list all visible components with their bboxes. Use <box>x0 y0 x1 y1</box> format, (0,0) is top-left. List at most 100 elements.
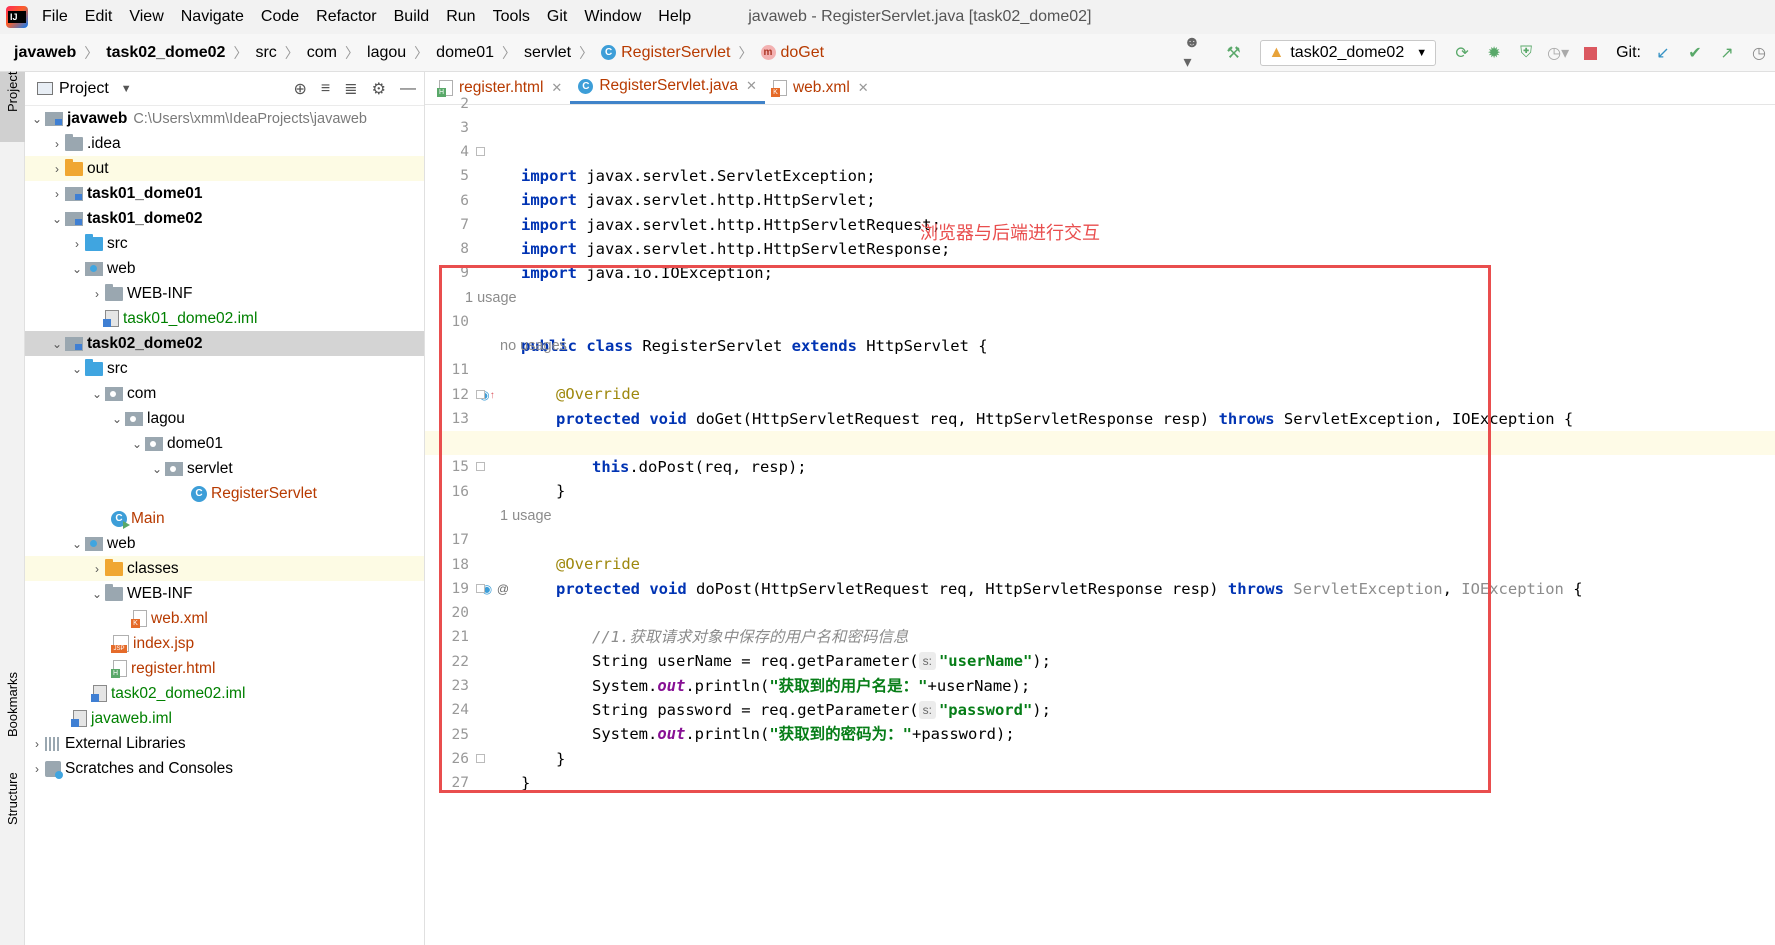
tree-item-index-jsp[interactable]: index.jsp <box>25 631 424 656</box>
fold-marker-icon[interactable] <box>476 584 485 593</box>
chevron-down-icon[interactable]: ▼ <box>121 83 132 95</box>
tree-item-scratches[interactable]: › Scratches and Consoles <box>25 756 424 781</box>
chevron-right-icon[interactable]: › <box>89 562 105 576</box>
tree-item-classes[interactable]: › classes <box>25 556 424 581</box>
chevron-right-icon[interactable]: › <box>49 187 65 201</box>
tab-registerservlet-java[interactable]: C RegisterServlet.java ✕ <box>570 71 765 104</box>
tree-item-servlet[interactable]: ⌄ servlet <box>25 456 424 481</box>
tree-item-task02-dome02[interactable]: ⌄ task02_dome02 <box>25 331 424 356</box>
tree-item-dome01[interactable]: ⌄ dome01 <box>25 431 424 456</box>
usages-inlay-hint[interactable]: 1 usage <box>500 506 552 526</box>
history-clock-icon[interactable]: ◷ <box>1749 43 1769 63</box>
user-account-icon[interactable]: ☻▾ <box>1184 34 1204 71</box>
build-hammer-icon[interactable]: ⚒ <box>1224 43 1244 63</box>
expand-all-icon[interactable]: ≡ <box>321 80 330 98</box>
tool-window-project[interactable]: Project <box>0 72 25 142</box>
menu-run[interactable]: Run <box>446 8 475 26</box>
git-push-icon[interactable]: ↗ <box>1717 43 1737 63</box>
tree-item-task01-dome02[interactable]: ⌄ task01_dome02 <box>25 206 424 231</box>
chevron-right-icon[interactable]: › <box>49 137 65 151</box>
debug-bug-icon[interactable]: ✹ <box>1484 43 1504 63</box>
chevron-down-icon[interactable]: ⌄ <box>89 387 105 401</box>
tree-item-task02-dome02-iml[interactable]: task02_dome02.iml <box>25 681 424 706</box>
chevron-down-icon[interactable]: ⌄ <box>149 462 165 476</box>
chevron-down-icon[interactable]: ⌄ <box>69 362 85 376</box>
tree-item-task01-dome02-iml[interactable]: task01_dome02.iml <box>25 306 424 331</box>
tree-item-registerservlet[interactable]: C RegisterServlet <box>25 481 424 506</box>
menu-tools[interactable]: Tools <box>493 8 530 26</box>
tree-item-idea[interactable]: › .idea <box>25 131 424 156</box>
chevron-down-icon[interactable]: ⌄ <box>29 112 45 126</box>
usages-inlay-hint[interactable]: no usages <box>500 336 567 356</box>
chevron-right-icon[interactable]: › <box>29 762 45 776</box>
chevron-right-icon[interactable]: › <box>49 162 65 176</box>
breadcrumb-module[interactable]: task02_dome02 <box>106 44 225 62</box>
breadcrumb-com[interactable]: com <box>307 44 337 62</box>
tool-window-bookmarks[interactable]: Bookmarks <box>0 672 25 762</box>
tool-window-structure[interactable]: Structure <box>0 772 25 852</box>
git-commit-icon[interactable]: ✔ <box>1685 43 1705 63</box>
chevron-down-icon[interactable]: ⌄ <box>49 337 65 351</box>
fold-marker-icon[interactable] <box>476 462 485 471</box>
menu-edit[interactable]: Edit <box>85 8 113 26</box>
settings-gear-icon[interactable]: ⚙ <box>372 79 386 99</box>
tree-item-main[interactable]: C Main <box>25 506 424 531</box>
breadcrumb-lagou[interactable]: lagou <box>367 44 406 62</box>
menu-refactor[interactable]: Refactor <box>316 8 376 26</box>
menu-git[interactable]: Git <box>547 8 567 26</box>
menu-help[interactable]: Help <box>658 8 691 26</box>
select-opened-file-icon[interactable]: ⊕ <box>294 79 307 99</box>
tree-item-web[interactable]: ⌄ web <box>25 531 424 556</box>
fold-marker-icon[interactable] <box>476 390 485 399</box>
chevron-down-icon[interactable]: ⌄ <box>109 412 125 426</box>
chevron-right-icon[interactable]: › <box>89 287 105 301</box>
chevron-down-icon[interactable]: ⌄ <box>129 437 145 451</box>
tree-item-register-html[interactable]: register.html <box>25 656 424 681</box>
tree-item-out[interactable]: › out <box>25 156 424 181</box>
chevron-right-icon[interactable]: › <box>69 237 85 251</box>
collapse-all-icon[interactable]: ≣ <box>344 79 357 99</box>
menu-code[interactable]: Code <box>261 8 299 26</box>
breadcrumb-class[interactable]: C RegisterServlet <box>601 44 731 62</box>
tree-item-web-inf[interactable]: › WEB-INF <box>25 281 424 306</box>
tree-item-external-libraries[interactable]: › External Libraries <box>25 731 424 756</box>
profiler-icon[interactable]: ◷▾ <box>1547 43 1569 63</box>
tree-item-web[interactable]: ⌄ web <box>25 256 424 281</box>
tree-item-javaweb[interactable]: ⌄ javaweb C:\Users\xmm\IdeaProjects\java… <box>25 106 424 131</box>
menu-build[interactable]: Build <box>394 8 430 26</box>
chevron-right-icon[interactable]: › <box>29 737 45 751</box>
tree-item-web-xml[interactable]: web.xml <box>25 606 424 631</box>
tree-item-lagou[interactable]: ⌄ lagou <box>25 406 424 431</box>
menu-navigate[interactable]: Navigate <box>181 8 244 26</box>
tab-web-xml[interactable]: web.xml ✕ <box>765 71 877 104</box>
close-icon[interactable]: ✕ <box>858 80 869 96</box>
menu-view[interactable]: View <box>129 8 163 26</box>
code-editor[interactable]: import javax.servlet.ServletException; i… <box>425 106 1775 945</box>
close-icon[interactable]: ✕ <box>551 80 562 96</box>
tree-item-com[interactable]: ⌄ com <box>25 381 424 406</box>
chevron-down-icon[interactable]: ⌄ <box>49 212 65 226</box>
breadcrumb-src[interactable]: src <box>255 44 276 62</box>
stop-icon[interactable] <box>1580 43 1600 63</box>
usages-inlay-hint[interactable]: 1 usage <box>465 288 517 308</box>
coverage-icon[interactable]: ⛨ <box>1516 43 1536 63</box>
tree-item-src[interactable]: › src <box>25 231 424 256</box>
menu-window[interactable]: Window <box>584 8 641 26</box>
breadcrumb-servlet[interactable]: servlet <box>524 44 571 62</box>
run-configuration-select[interactable]: ▲ task02_dome02 ▼ <box>1259 40 1437 66</box>
chevron-down-icon[interactable]: ⌄ <box>69 537 85 551</box>
chevron-down-icon[interactable]: ⌄ <box>89 587 105 601</box>
tree-item-src[interactable]: ⌄ src <box>25 356 424 381</box>
rerun-icon[interactable]: ⟳ <box>1452 43 1472 63</box>
tree-item-javaweb-iml[interactable]: javaweb.iml <box>25 706 424 731</box>
close-icon[interactable]: ✕ <box>746 78 757 94</box>
hide-panel-icon[interactable]: — <box>400 80 416 98</box>
breadcrumb-dome01[interactable]: dome01 <box>436 44 494 62</box>
git-update-icon[interactable]: ↙ <box>1653 43 1673 63</box>
project-panel-title[interactable]: Project <box>59 80 109 98</box>
breadcrumb-method[interactable]: m doGet <box>760 44 824 62</box>
breadcrumb-project[interactable]: javaweb <box>14 44 76 62</box>
tree-item-web-inf[interactable]: ⌄ WEB-INF <box>25 581 424 606</box>
tree-item-task01-dome01[interactable]: › task01_dome01 <box>25 181 424 206</box>
menu-file[interactable]: File <box>42 8 68 26</box>
